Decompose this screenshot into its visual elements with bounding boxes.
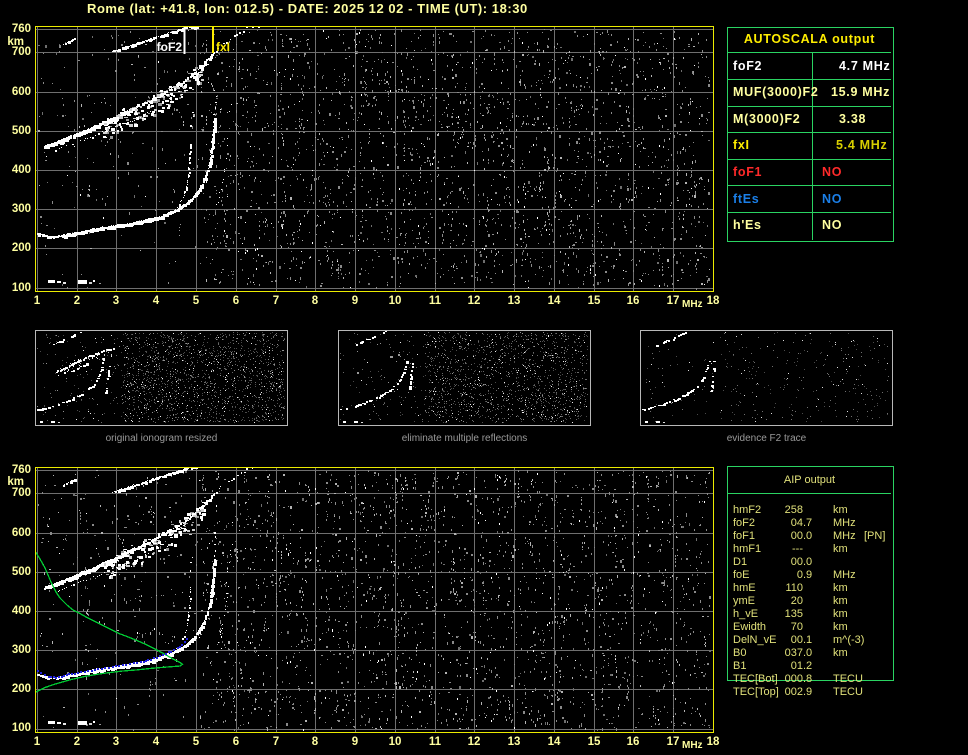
svg-text:fxI: fxI <box>216 40 230 54</box>
svg-text:foF2: foF2 <box>157 40 183 54</box>
